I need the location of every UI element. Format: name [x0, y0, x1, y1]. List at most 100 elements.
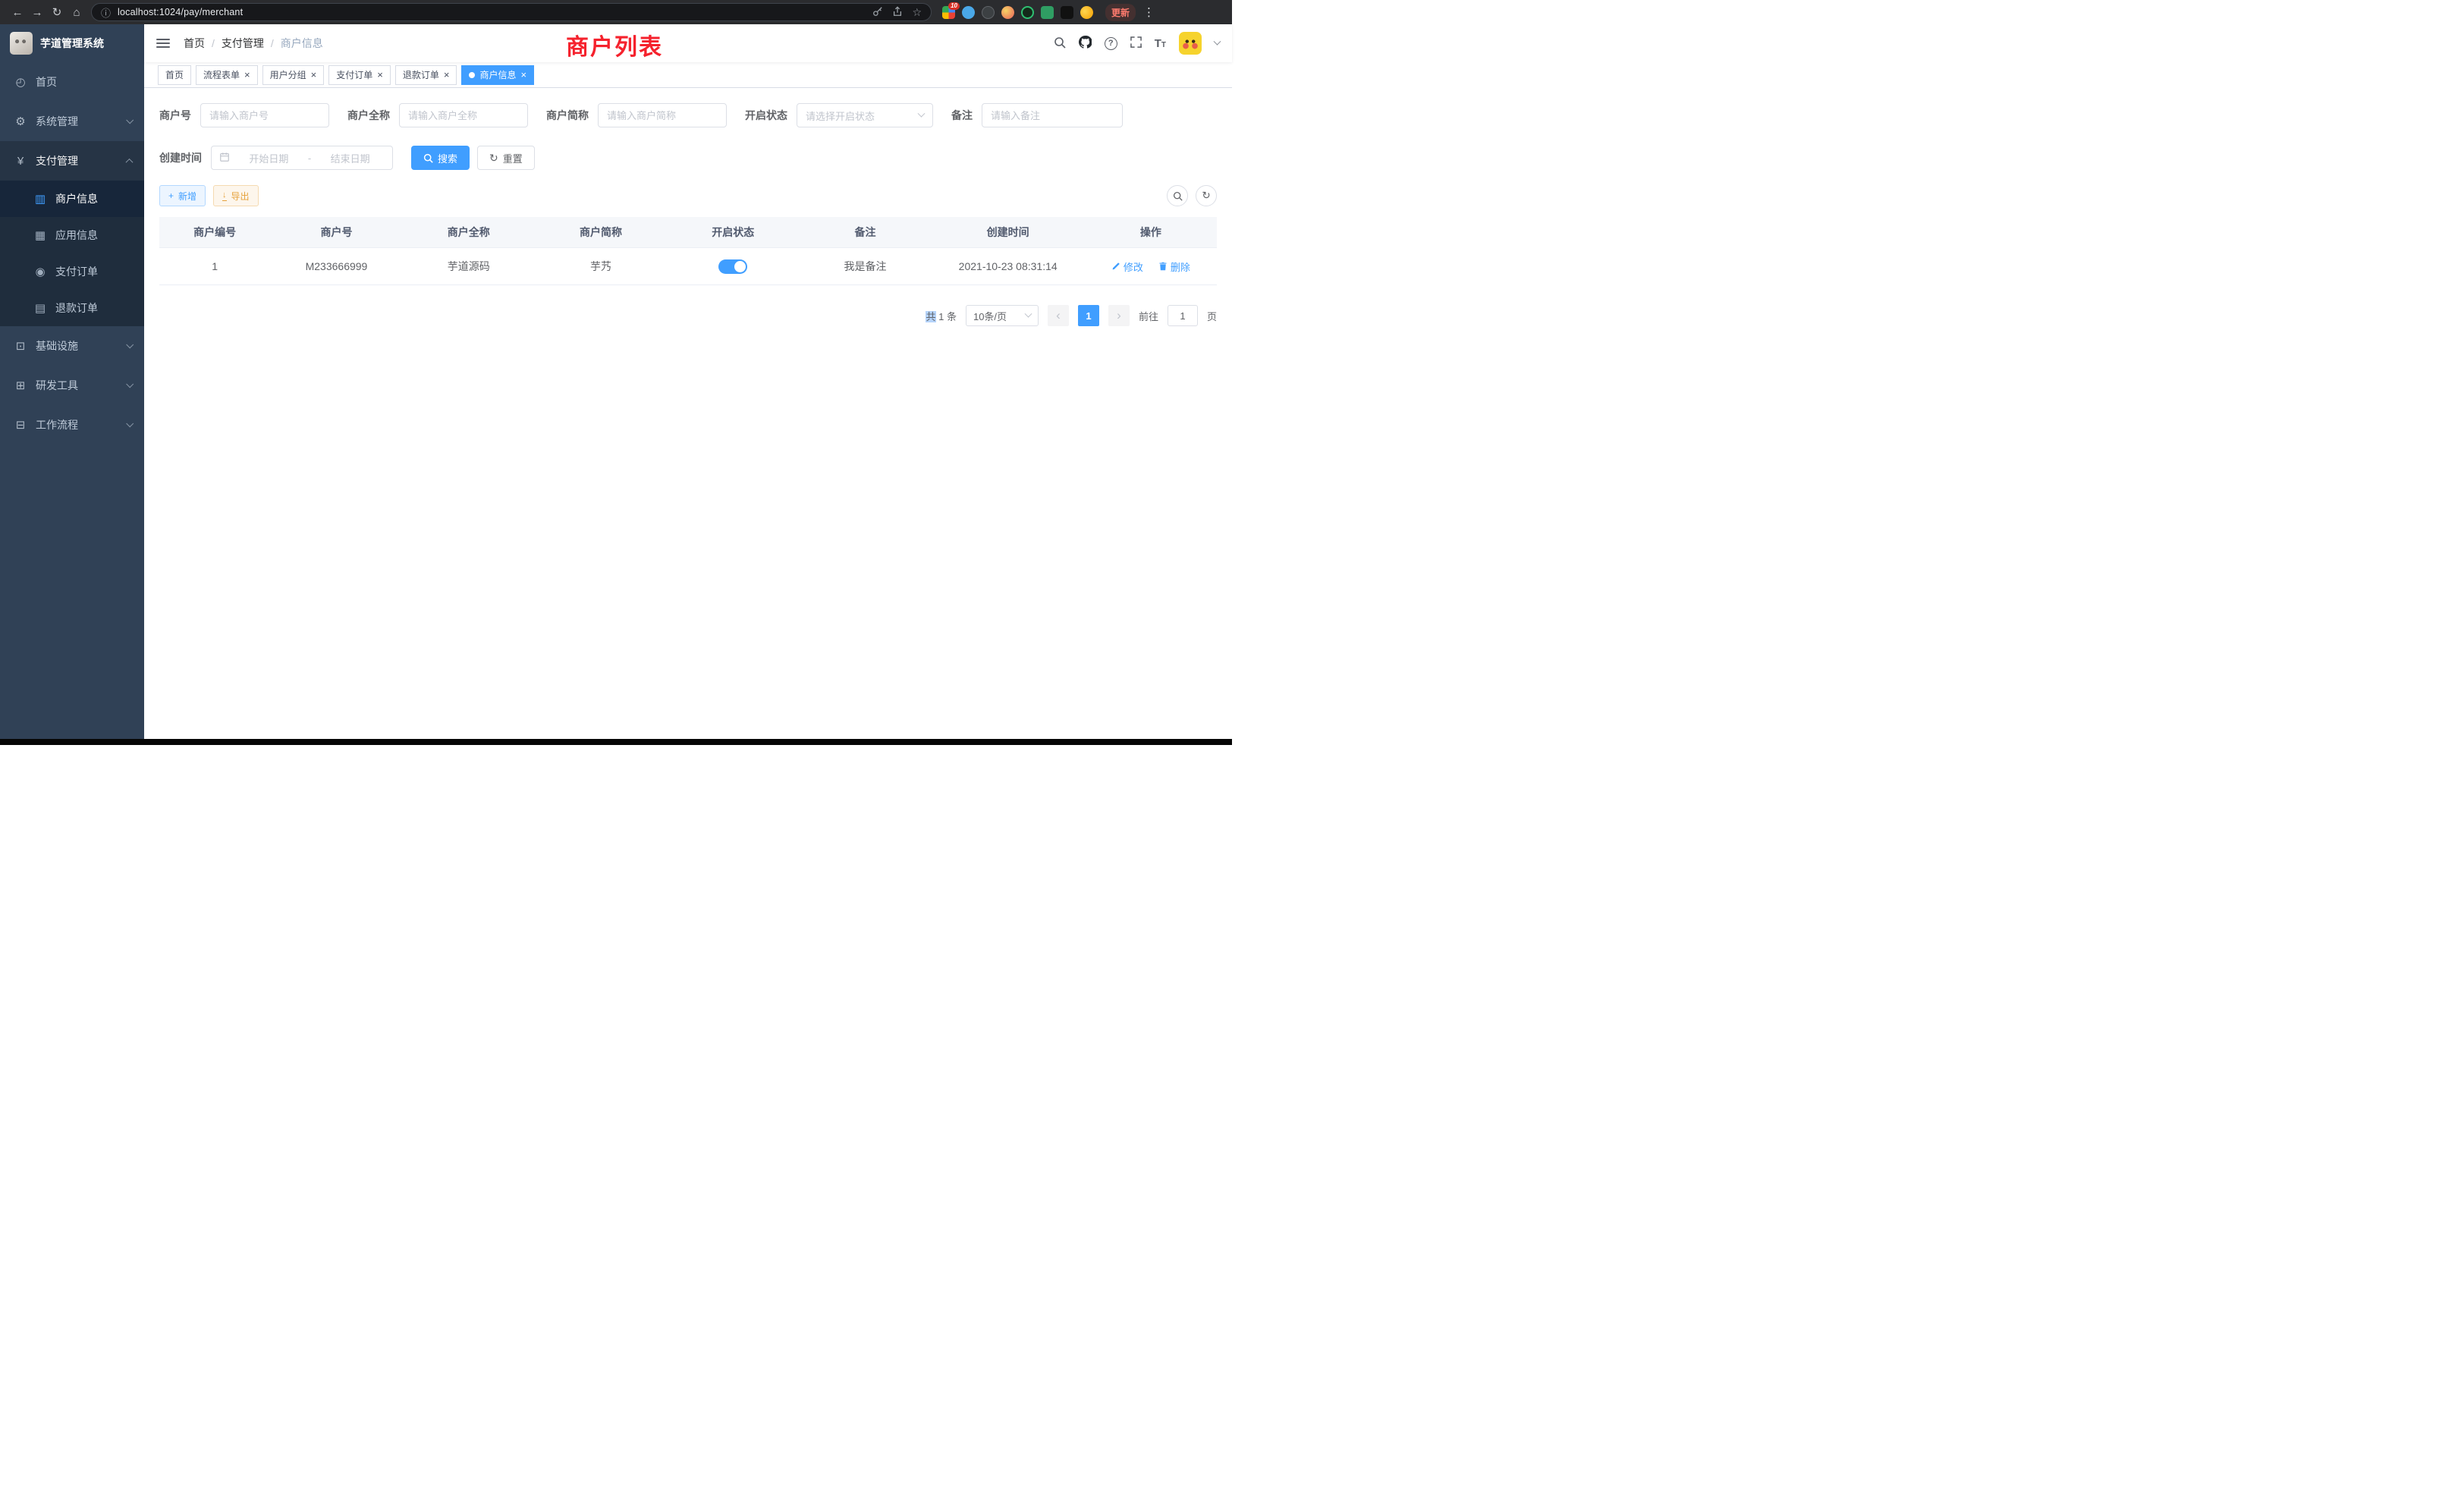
tab-refund-order[interactable]: 退款订单 ×: [395, 65, 457, 85]
bookmark-star-icon[interactable]: ☆: [912, 6, 922, 19]
prev-page-button[interactable]: ‹: [1048, 305, 1069, 326]
breadcrumb-home[interactable]: 首页: [184, 36, 205, 51]
password-key-icon[interactable]: [872, 6, 883, 19]
tab-process-form[interactable]: 流程表单 ×: [196, 65, 258, 85]
add-button[interactable]: + 新增: [159, 185, 206, 206]
create-time-range-picker[interactable]: 开始日期 - 结束日期: [211, 146, 393, 170]
share-icon[interactable]: [892, 6, 903, 19]
delete-button[interactable]: 删除: [1158, 259, 1190, 274]
sidebar-item-payment[interactable]: ¥ 支付管理: [0, 141, 144, 181]
browser-menu-icon[interactable]: ⋮: [1143, 5, 1154, 19]
close-icon[interactable]: ×: [311, 70, 317, 80]
goto-label: 前往: [1139, 309, 1158, 323]
tab-home[interactable]: 首页: [158, 65, 191, 85]
column-header: 商户全称: [403, 217, 535, 248]
extension-icon[interactable]: [1041, 6, 1054, 19]
chevron-down-icon[interactable]: [1214, 37, 1221, 45]
browser-profile-avatar[interactable]: [1080, 6, 1093, 19]
active-dot: [469, 72, 475, 78]
extension-icon[interactable]: [1021, 6, 1034, 19]
search-button[interactable]: 搜索: [411, 146, 470, 170]
extension-icon[interactable]: [1001, 6, 1014, 19]
cell-short-name: 芋艿: [535, 248, 667, 285]
toggle-search-button[interactable]: [1167, 185, 1188, 206]
extension-icon[interactable]: [1061, 6, 1073, 19]
sidebar-item-refund-order[interactable]: ▤ 退款订单: [0, 290, 144, 326]
close-icon[interactable]: ×: [377, 70, 383, 80]
extension-icon[interactable]: [962, 6, 975, 19]
address-bar[interactable]: ⓘ localhost:1024/pay/merchant ☆: [91, 3, 932, 21]
sidebar-item-label: 基础设施: [36, 338, 78, 354]
sidebar-item-home[interactable]: ◴ 首页: [0, 62, 144, 102]
help-icon[interactable]: ?: [1105, 37, 1117, 50]
merchant-card-icon: ▥: [33, 192, 47, 206]
short-name-input[interactable]: [598, 103, 727, 127]
filter-short-name: 商户简称: [546, 103, 727, 127]
merchant-table: 商户编号 商户号 商户全称 商户简称 开启状态 备注 创建时间 操作 1 M23…: [159, 217, 1217, 285]
font-size-icon[interactable]: TT: [1155, 37, 1166, 50]
fullscreen-icon[interactable]: [1130, 36, 1142, 50]
tab-user-group[interactable]: 用户分组 ×: [262, 65, 325, 85]
extension-icon[interactable]: [982, 6, 995, 19]
total-highlight: 共: [926, 311, 935, 322]
plus-icon: +: [168, 190, 174, 201]
filter-row-2: 创建时间 开始日期 - 结束日期 搜索 ↻ 重置: [159, 146, 1217, 170]
filter-full-name: 商户全称: [347, 103, 528, 127]
close-icon[interactable]: ×: [444, 70, 450, 80]
column-header: 商户号: [270, 217, 402, 248]
merchant-no-input[interactable]: [200, 103, 329, 127]
app-title: 芋道管理系统: [40, 36, 104, 51]
full-name-input[interactable]: [399, 103, 528, 127]
toolbar-right: ↻: [1167, 185, 1217, 206]
github-icon[interactable]: [1079, 36, 1092, 51]
extension-badge: 10: [948, 2, 960, 10]
status-select[interactable]: 请选择开启状态: [797, 103, 933, 127]
app-logo[interactable]: 芋道管理系统: [0, 24, 144, 62]
close-icon[interactable]: ×: [520, 70, 526, 80]
sidebar-item-dev-tools[interactable]: ⊞ 研发工具: [0, 366, 144, 405]
field-label: 开启状态: [745, 108, 787, 123]
sidebar-item-label: 支付管理: [36, 153, 78, 168]
sidebar-item-pay-order[interactable]: ◉ 支付订单: [0, 253, 144, 290]
page-content: 商户号 商户全称 商户简称 开启状态 请选择开启状态: [144, 88, 1232, 739]
tab-pay-order[interactable]: 支付订单 ×: [328, 65, 391, 85]
search-icon[interactable]: [1054, 36, 1066, 51]
goto-page-input[interactable]: [1168, 305, 1198, 326]
breadcrumb-payment[interactable]: 支付管理: [222, 36, 264, 51]
browser-update-button[interactable]: 更新: [1105, 4, 1136, 21]
edit-button[interactable]: 修改: [1111, 259, 1143, 274]
screen-bottom-strip: [0, 739, 1232, 745]
sidebar-item-system[interactable]: ⚙ 系统管理: [0, 102, 144, 141]
sidebar-item-label: 研发工具: [36, 378, 78, 393]
home-icon[interactable]: ⌂: [67, 6, 86, 19]
refresh-table-button[interactable]: ↻: [1196, 185, 1217, 206]
gear-icon: ⚙: [14, 115, 27, 128]
tab-merchant-info[interactable]: 商户信息 ×: [461, 65, 534, 85]
user-avatar[interactable]: [1179, 32, 1202, 55]
column-header: 创建时间: [932, 217, 1085, 248]
next-page-button[interactable]: ›: [1108, 305, 1130, 326]
extension-icon[interactable]: 10: [942, 6, 955, 19]
forward-icon[interactable]: →: [27, 6, 47, 19]
sidebar-item-label: 退款订单: [55, 300, 98, 316]
range-separator: -: [308, 152, 311, 164]
site-info-icon[interactable]: ⓘ: [101, 5, 111, 20]
page-size-select[interactable]: 10条/页: [966, 305, 1039, 326]
pay-order-icon: ◉: [33, 265, 47, 278]
current-page-button[interactable]: 1: [1078, 305, 1099, 326]
extensions-row: 10: [942, 6, 1093, 19]
cell-create-time: 2021-10-23 08:31:14: [932, 248, 1085, 285]
collapse-sidebar-icon[interactable]: [156, 39, 170, 48]
sidebar-item-workflow[interactable]: ⊟ 工作流程: [0, 405, 144, 445]
cell-merchant-id: 1: [159, 248, 270, 285]
reset-button[interactable]: ↻ 重置: [477, 146, 535, 170]
sidebar-item-infrastructure[interactable]: ⊡ 基础设施: [0, 326, 144, 366]
sidebar-item-app-info[interactable]: ▦ 应用信息: [0, 217, 144, 253]
reload-icon[interactable]: ↻: [47, 5, 67, 19]
close-icon[interactable]: ×: [244, 70, 250, 80]
export-button[interactable]: ↓ 导出: [213, 185, 259, 206]
remark-input[interactable]: [982, 103, 1123, 127]
sidebar-item-merchant-info[interactable]: ▥ 商户信息: [0, 181, 144, 217]
back-icon[interactable]: ←: [8, 6, 27, 19]
status-toggle[interactable]: [718, 259, 747, 274]
